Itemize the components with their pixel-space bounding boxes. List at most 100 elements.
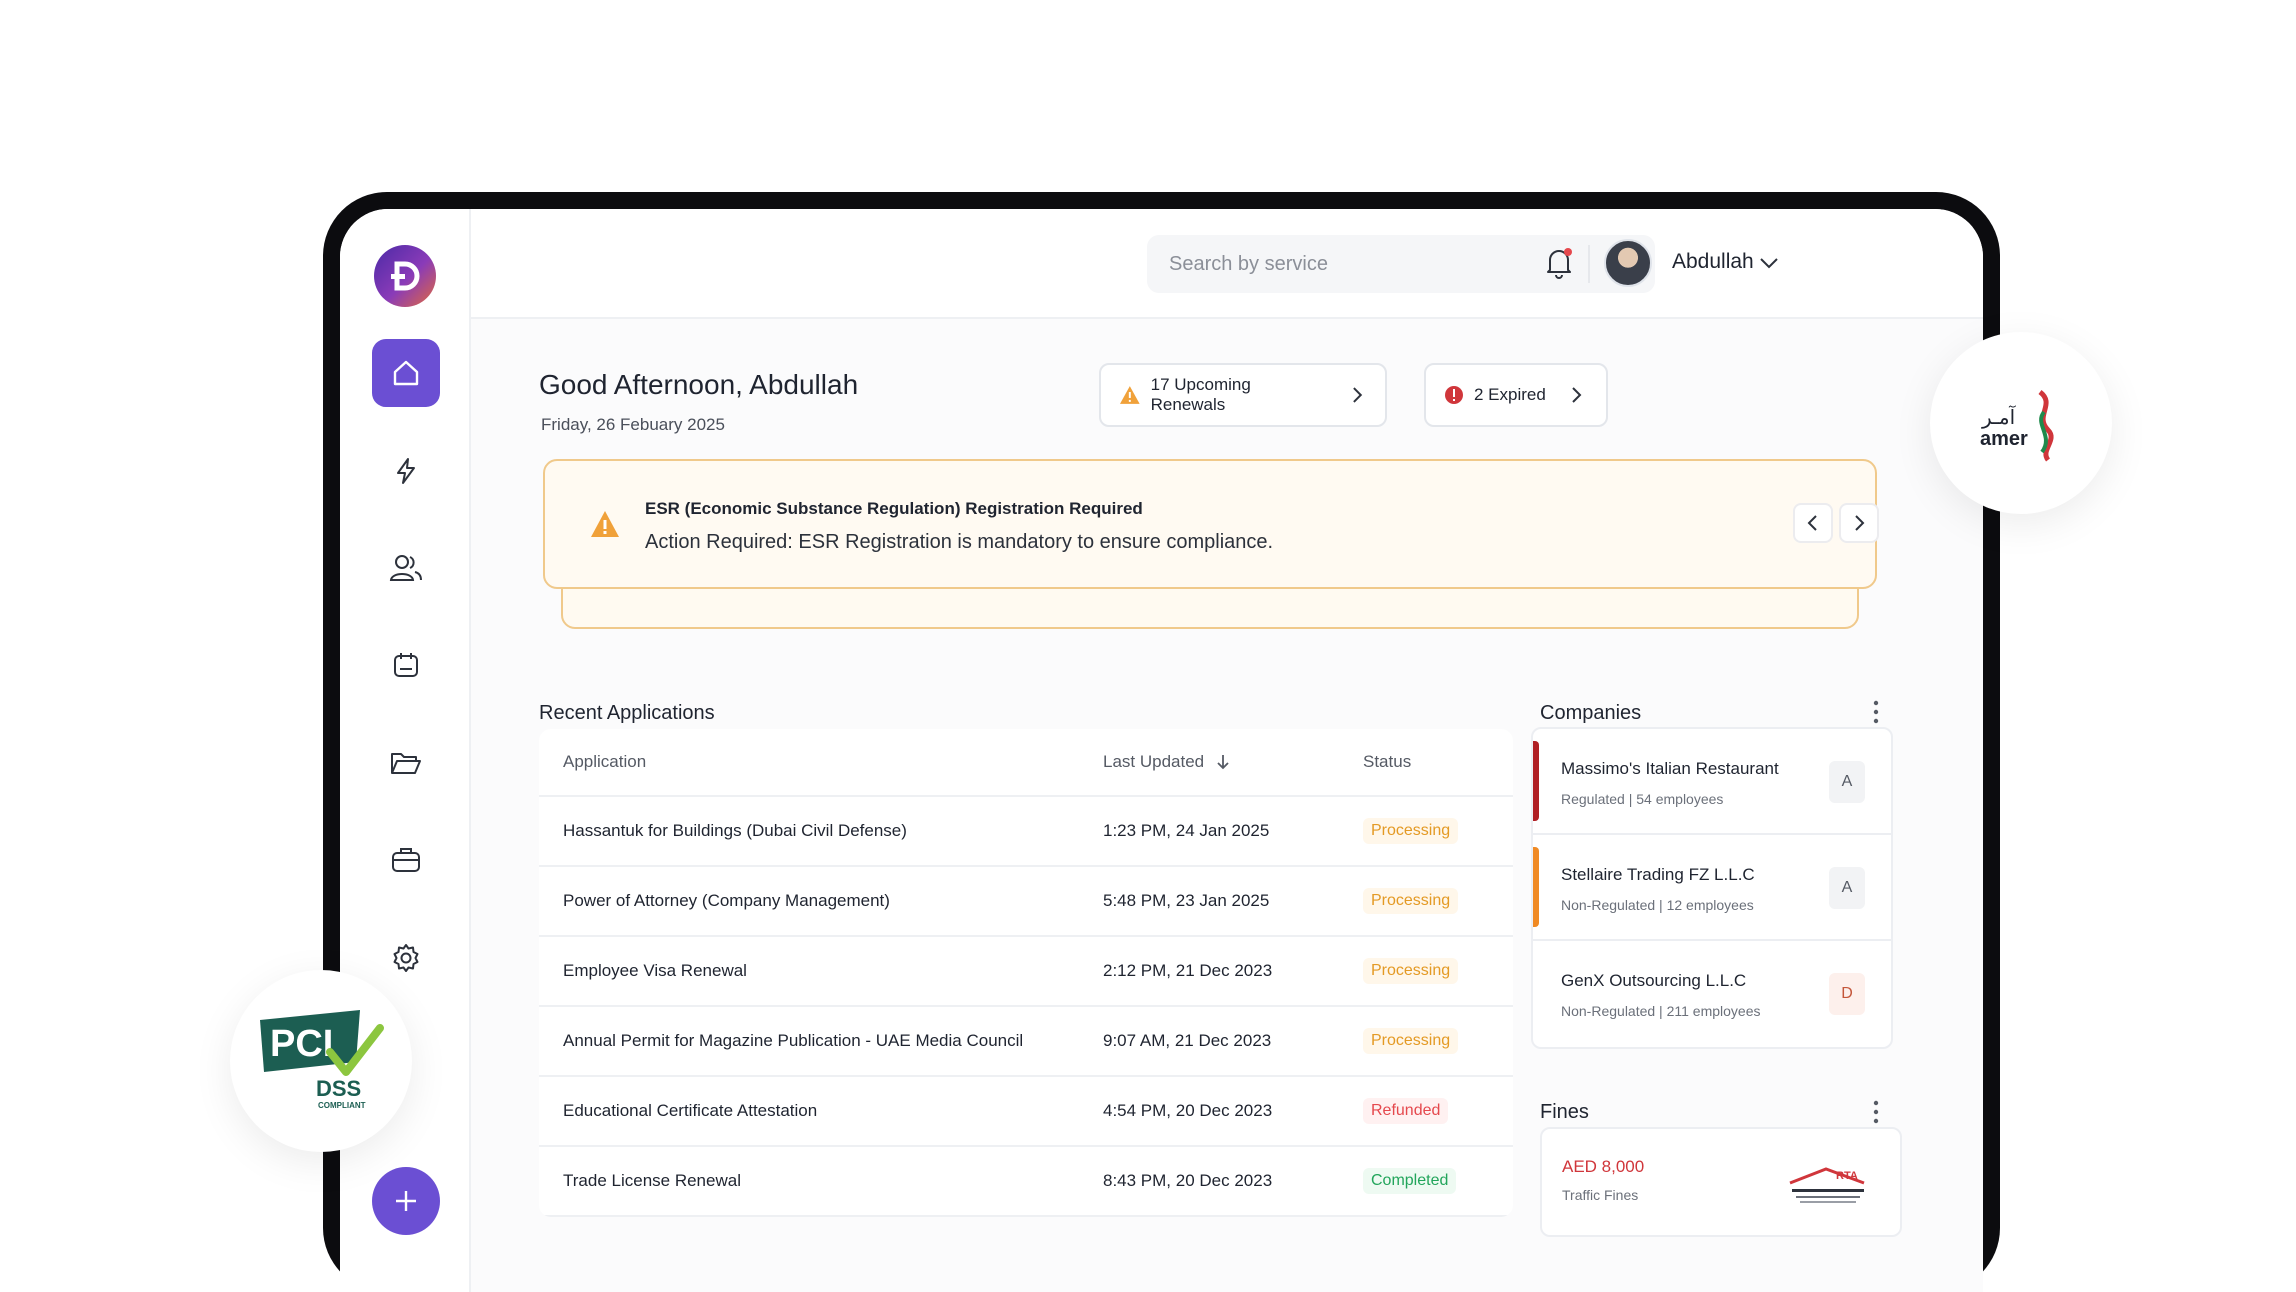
chevron-right-icon <box>1572 387 1582 403</box>
pci-dss-badge: PCI DSS COMPLIANT <box>230 970 412 1152</box>
company-grade: D <box>1829 973 1865 1015</box>
nav-home[interactable] <box>372 339 440 407</box>
table-header: Application Last Updated Status <box>539 729 1513 797</box>
search-input[interactable] <box>1169 252 1603 276</box>
notification-bell-icon[interactable] <box>1539 243 1579 283</box>
company-name: GenX Outsourcing L.L.C <box>1561 971 1747 990</box>
status-badge: Completed <box>1363 1168 1457 1194</box>
rta-logo-text: RTA <box>1836 1170 1858 1182</box>
company-name: Stellaire Trading FZ L.L.C <box>1561 865 1755 884</box>
application-name: Annual Permit for Magazine Publication -… <box>563 1031 1024 1050</box>
fine-label: Traffic Fines <box>1562 1187 1639 1203</box>
application-name: Hassantuk for Buildings (Dubai Civil Def… <box>563 821 907 840</box>
status-badge: Processing <box>1363 818 1459 844</box>
dss-text: DSS <box>316 1076 361 1101</box>
amer-badge: آمـر amer <box>1930 332 2112 514</box>
nav-quick-actions[interactable] <box>372 437 440 505</box>
company-accent-bar <box>1533 741 1539 821</box>
expired-button[interactable]: 2 Expired <box>1424 363 1608 427</box>
top-bar: Abdullah <box>471 209 1983 319</box>
header-status[interactable]: Status <box>1349 752 1513 772</box>
company-item[interactable]: Stellaire Trading FZ L.L.C Non-Regulated… <box>1533 835 1891 941</box>
folder-icon <box>391 753 421 774</box>
header-last-updated[interactable]: Last Updated <box>1079 752 1349 772</box>
company-item[interactable]: Massimo's Italian Restaurant Regulated |… <box>1533 729 1891 835</box>
companies-more-icon[interactable] <box>1871 699 1881 725</box>
table-row[interactable]: Annual Permit for Magazine Publication -… <box>539 1007 1513 1077</box>
chevron-right-icon <box>1855 515 1865 531</box>
fine-card[interactable]: AED 8,000 Traffic Fines RTA <box>1540 1127 1902 1237</box>
status-badge: Processing <box>1363 888 1459 914</box>
compliant-text: COMPLIANT <box>318 1101 366 1110</box>
add-button[interactable] <box>372 1167 440 1235</box>
rta-logo: RTA <box>1789 1167 1865 1203</box>
application-updated: 2:12 PM, 21 Dec 2023 <box>1103 961 1273 980</box>
main-content: Good Afternoon, Abdullah Friday, 26 Febu… <box>471 319 1983 1292</box>
company-meta: Regulated | 54 employees <box>1561 791 1724 807</box>
fines-more-icon[interactable] <box>1871 1099 1881 1125</box>
application-name: Educational Certificate Attestation <box>563 1101 818 1120</box>
table-row[interactable]: Hassantuk for Buildings (Dubai Civil Def… <box>539 797 1513 867</box>
plus-icon <box>396 1191 416 1211</box>
applications-table: Application Last Updated Status Hassantu… <box>539 729 1513 1217</box>
chevron-down-icon[interactable] <box>1757 251 1781 275</box>
table-row[interactable]: Employee Visa Renewal 2:12 PM, 21 Dec 20… <box>539 937 1513 1007</box>
users-icon <box>389 555 422 581</box>
topbar-divider <box>1588 245 1590 283</box>
nav-documents[interactable] <box>372 729 440 797</box>
nav-people[interactable] <box>372 534 440 602</box>
table-row[interactable]: Trade License Renewal 8:43 PM, 20 Dec 20… <box>539 1147 1513 1217</box>
status-badge: Refunded <box>1363 1098 1449 1124</box>
amer-logo: آمـر amer <box>1980 390 2054 462</box>
expired-label: 2 Expired <box>1474 385 1546 404</box>
app-logo[interactable] <box>374 245 436 307</box>
error-icon <box>1445 386 1463 404</box>
company-item[interactable]: GenX Outsourcing L.L.C Non-Regulated | 2… <box>1533 941 1891 1047</box>
application-updated: 5:48 PM, 23 Jan 2025 <box>1103 891 1270 910</box>
companies-title: Companies <box>1540 702 1642 724</box>
upcoming-renewals-button[interactable]: 17 Upcoming Renewals <box>1099 363 1387 427</box>
nav-calendar[interactable] <box>372 631 440 699</box>
table-row[interactable]: Power of Attorney (Company Management) 5… <box>539 867 1513 937</box>
company-accent-bar <box>1533 847 1539 927</box>
company-grade: A <box>1829 867 1865 909</box>
table-row[interactable]: Educational Certificate Attestation 4:54… <box>539 1077 1513 1147</box>
amer-latin-text: amer <box>1980 428 2028 450</box>
application-updated: 4:54 PM, 20 Dec 2023 <box>1103 1101 1273 1120</box>
chevron-left-icon <box>1807 515 1817 531</box>
header-application[interactable]: Application <box>539 752 1079 772</box>
company-grade: A <box>1829 761 1865 803</box>
home-icon <box>393 360 419 386</box>
alert-prev-button[interactable] <box>1793 503 1833 543</box>
pci-dss-logo: PCI DSS COMPLIANT <box>260 1010 384 1110</box>
logo-mark-icon <box>391 261 420 291</box>
sort-arrow-down-icon <box>1217 755 1229 770</box>
device-frame: Abdullah Good Afternoon, Abdullah Friday… <box>323 192 2000 1292</box>
companies-list: Massimo's Italian Restaurant Regulated |… <box>1531 727 1893 1049</box>
application-updated: 9:07 AM, 21 Dec 2023 <box>1103 1031 1272 1050</box>
fines-title: Fines <box>1540 1101 1589 1123</box>
warning-icon <box>591 511 619 537</box>
greeting-date: Friday, 26 Febuary 2025 <box>541 415 725 434</box>
warning-icon <box>1119 386 1140 404</box>
company-meta: Non-Regulated | 211 employees <box>1561 1003 1761 1019</box>
alert-title: ESR (Economic Substance Regulation) Regi… <box>645 499 1143 518</box>
briefcase-icon <box>392 848 420 872</box>
chevron-right-icon <box>1353 387 1363 403</box>
recent-applications-title: Recent Applications <box>539 702 715 724</box>
esr-alert-card[interactable]: ESR (Economic Substance Regulation) Regi… <box>543 459 1879 589</box>
header-last-updated-label: Last Updated <box>1103 752 1205 771</box>
upcoming-renewals-label: 17 Upcoming Renewals <box>1150 375 1251 414</box>
user-name[interactable]: Abdullah <box>1672 250 1754 274</box>
nav-services[interactable] <box>372 826 440 894</box>
alert-text: Action Required: ESR Registration is man… <box>645 531 1274 553</box>
application-updated: 8:43 PM, 20 Dec 2023 <box>1103 1171 1273 1190</box>
application-name: Power of Attorney (Company Management) <box>563 891 890 910</box>
amer-arabic-text: آمـر <box>1981 404 2017 429</box>
calendar-icon <box>394 653 418 677</box>
user-avatar[interactable] <box>1604 239 1652 287</box>
fine-amount: AED 8,000 <box>1562 1157 1645 1176</box>
lightning-icon <box>397 458 415 484</box>
alert-next-button[interactable] <box>1839 503 1879 543</box>
status-badge: Processing <box>1363 1028 1459 1054</box>
